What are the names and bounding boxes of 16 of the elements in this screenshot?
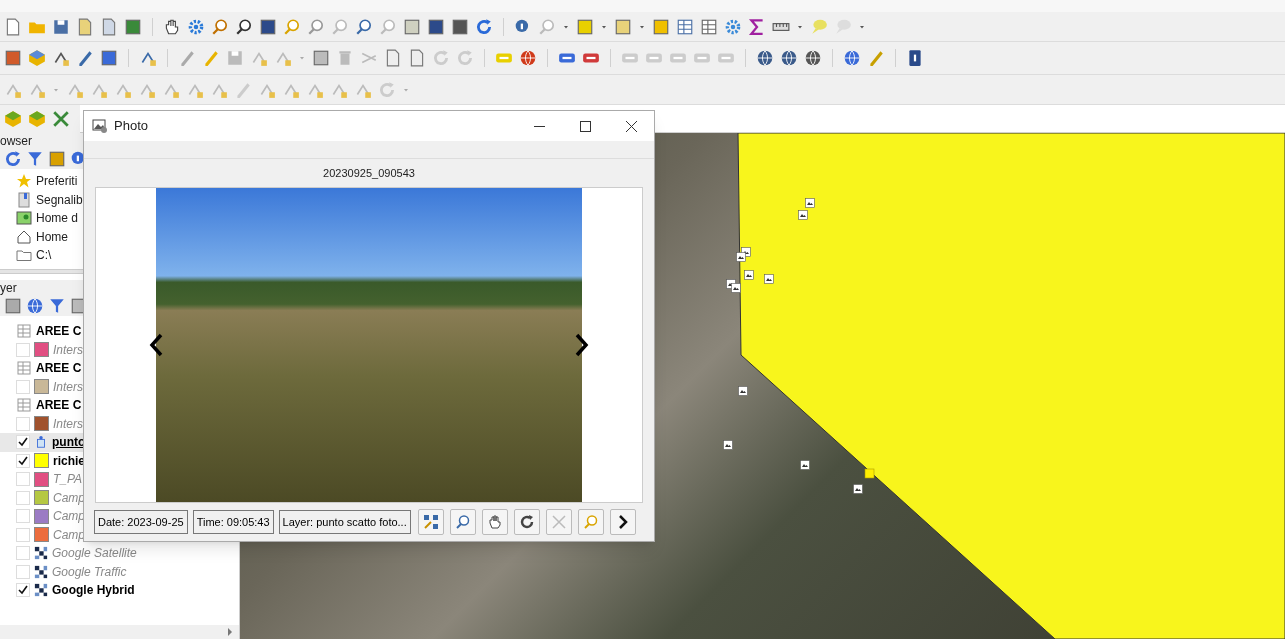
layer-name: Inters xyxy=(53,378,83,396)
layer-name: AREE C xyxy=(36,360,82,378)
time-field: Time: 09:05:43 xyxy=(192,510,274,534)
layer-name: richie xyxy=(53,452,85,470)
layer-name: AREE C xyxy=(36,323,82,341)
date-field: Date: 2023-09-25 xyxy=(94,510,188,534)
layer-name: Inters xyxy=(53,415,83,433)
layer-name: Google Satellite xyxy=(52,545,137,563)
layer-name: AREE C xyxy=(36,397,82,415)
layer-name: Google Hybrid xyxy=(52,582,135,600)
layer-name: Google Traffic xyxy=(52,563,127,581)
photo-filename: 20230925_090543 xyxy=(323,165,415,181)
layer-name: T_PA xyxy=(53,471,83,489)
layer-name: Inters xyxy=(53,341,83,359)
dialog-title: Photo xyxy=(114,117,148,136)
layer-field: Layer: punto scatto foto... xyxy=(278,510,411,534)
